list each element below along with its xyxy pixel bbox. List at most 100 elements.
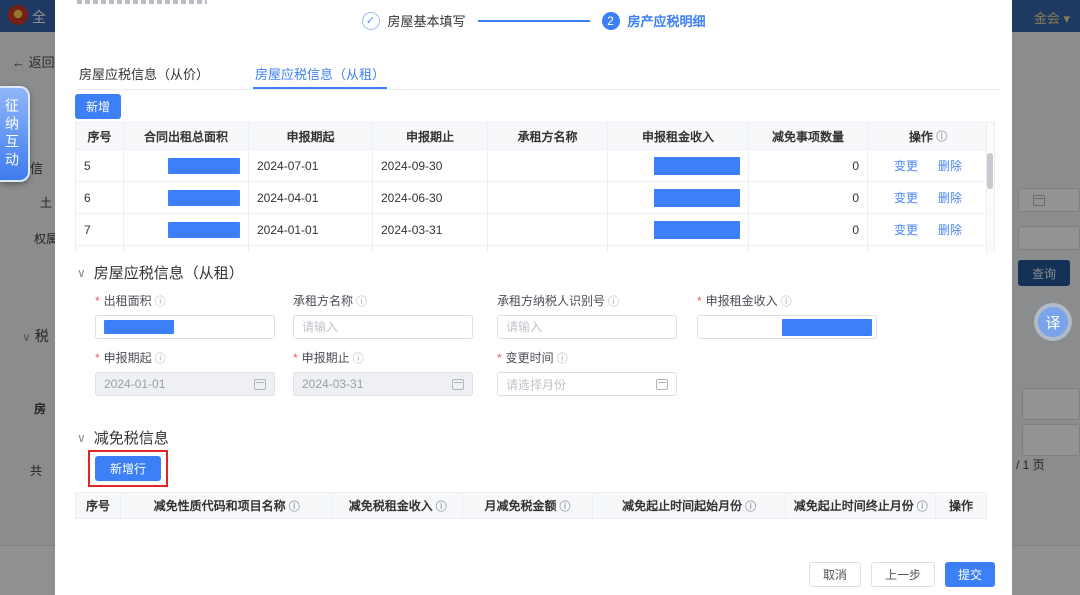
info-icon: ⓘ — [781, 293, 792, 309]
dialog-footer: 取消 上一步 提交 — [809, 562, 995, 587]
start-date-input[interactable]: 2024-01-01 — [95, 372, 275, 396]
tab-advalorem[interactable]: 房屋应税信息（从价） — [77, 58, 211, 89]
cell-deduction-count: 0 — [749, 182, 868, 213]
step2-label: 房产应税明细 — [628, 11, 706, 30]
change-link[interactable]: 变更 — [894, 157, 918, 174]
change-time-input[interactable]: 请选择月份 — [497, 372, 677, 396]
field-start-date: *申报期起ⓘ 2024-01-01 — [95, 349, 277, 396]
income-input[interactable] — [697, 315, 877, 339]
col-end-month: 减免起止时间终止月份ⓘ — [786, 493, 936, 518]
redacted-value — [168, 190, 240, 206]
calendar-icon — [656, 379, 668, 390]
cell-income — [608, 182, 749, 213]
clipped-dialog-title-remnant — [77, 0, 207, 4]
cell-start: 2024-07-01 — [249, 150, 373, 181]
col-start-month: 减免起止时间起始月份ⓘ — [593, 493, 787, 518]
info-icon: ⓘ — [936, 128, 947, 144]
redacted-value — [654, 189, 740, 207]
table-body: 5 2024-07-01 2024-09-30 0 变更删除 6 2024-04… — [76, 149, 994, 253]
delete-link[interactable]: 删除 — [938, 157, 962, 174]
screen: 全 金会 ▾ ← 返回 信 土 权属 ∨ 税 房 共 查询 / 1 页 征纳互动… — [0, 0, 1080, 595]
cancel-button[interactable]: 取消 — [809, 562, 861, 587]
delete-link[interactable]: 删除 — [938, 221, 962, 238]
calendar-icon — [254, 379, 266, 390]
col-end: 申报期止 — [373, 123, 488, 149]
info-icon: ⓘ — [356, 293, 367, 309]
info-icon: ⓘ — [436, 498, 447, 514]
previous-step-button[interactable]: 上一步 — [871, 562, 935, 587]
field-tenant: 承租方名称ⓘ — [293, 292, 475, 339]
field-label: 申报租金收入 — [706, 292, 778, 309]
col-tenant: 承租方名称 — [488, 123, 608, 149]
info-icon: ⓘ — [917, 498, 928, 514]
required-marker: * — [95, 294, 100, 308]
col-deduction-income: 减免税租金收入ⓘ — [333, 493, 463, 518]
cell-start: 2024-04-01 — [249, 182, 373, 213]
info-icon: ⓘ — [155, 293, 166, 309]
cell-deduction-count: 0 — [749, 214, 868, 245]
field-label: 申报期止 — [302, 349, 350, 366]
table-scrollbar[interactable] — [986, 123, 994, 253]
info-icon: ⓘ — [557, 350, 568, 366]
field-label: 申报期起 — [104, 349, 152, 366]
rent-records-table: 序号 合同出租总面积 申报期起 申报期止 承租方名称 申报租金收入 减免事项数量… — [75, 122, 995, 253]
required-marker: * — [95, 351, 100, 365]
cell-income — [608, 214, 749, 245]
col-code: 减免性质代码和项目名称ⓘ — [121, 493, 334, 518]
table-header-row: 序号 合同出租总面积 申报期起 申报期止 承租方名称 申报租金收入 减免事项数量… — [76, 123, 994, 149]
cell-seq: 5 — [76, 150, 124, 181]
cell-actions: 变更 删除 — [868, 182, 988, 213]
cell-tenant — [488, 214, 608, 245]
cell-end: 2024-09-30 — [373, 150, 488, 181]
field-income: *申报租金收入ⓘ — [697, 292, 879, 339]
col-monthly-amount: 月减免税金额ⓘ — [463, 493, 593, 518]
rent-info-section-title: ∨ 房屋应税信息（从租） — [77, 262, 244, 283]
col-deduction-count: 减免事项数量 — [749, 123, 868, 149]
field-label: 出租面积 — [104, 292, 152, 309]
end-date-input[interactable]: 2024-03-31 — [293, 372, 473, 396]
change-link[interactable]: 变更 — [894, 189, 918, 206]
col-seq: 序号 — [76, 493, 121, 518]
add-button[interactable]: 新增 — [75, 94, 121, 119]
info-icon: ⓘ — [289, 498, 300, 514]
scrollbar-thumb[interactable] — [987, 153, 993, 189]
chevron-down-icon[interactable]: ∨ — [77, 266, 86, 280]
col-seq: 序号 — [76, 123, 124, 149]
col-area: 合同出租总面积 — [124, 123, 249, 149]
table-row: 5 2024-07-01 2024-09-30 0 变更 删除 — [76, 149, 994, 181]
change-link[interactable]: 变更 — [894, 221, 918, 238]
redacted-value — [104, 320, 174, 334]
tab-bar: 房屋应税信息（从价） 房屋应税信息（从租） — [77, 58, 1000, 90]
redacted-value — [782, 319, 872, 336]
area-input[interactable] — [95, 315, 275, 339]
cell-deduction-count: 0 — [749, 150, 868, 181]
redacted-value — [168, 222, 240, 238]
cell-end: 2024-03-31 — [373, 214, 488, 245]
tenant-id-input[interactable] — [506, 320, 668, 334]
red-highlight-annotation — [88, 450, 168, 487]
tab-rent[interactable]: 房屋应税信息（从租） — [253, 58, 387, 89]
tenant-input[interactable] — [302, 320, 464, 334]
field-label: 承租方名称 — [293, 292, 353, 309]
table-row-clipped — [76, 245, 994, 253]
redacted-value — [168, 158, 240, 174]
submit-button[interactable]: 提交 — [945, 562, 995, 587]
chevron-down-icon[interactable]: ∨ — [77, 431, 86, 445]
table-row: 7 2024-01-01 2024-03-31 0 变更 删除 — [76, 213, 994, 245]
field-label: 变更时间 — [506, 349, 554, 366]
delete-link[interactable]: 删除 — [938, 189, 962, 206]
table-row: 6 2024-04-01 2024-06-30 0 变更删除 — [76, 181, 994, 213]
step1-label: 房屋基本填写 — [387, 11, 465, 30]
deduction-section-title: ∨ 减免税信息 — [77, 427, 169, 448]
translate-floating-button[interactable]: 译 — [1034, 303, 1072, 341]
cell-start: 2024-01-01 — [249, 214, 373, 245]
redacted-value — [654, 157, 740, 175]
interaction-side-tab[interactable]: 征纳互动 — [0, 86, 30, 182]
col-income: 申报租金收入 — [608, 123, 749, 149]
cell-actions: 变更 删除 — [868, 214, 988, 245]
field-end-date: *申报期止ⓘ 2024-03-31 — [293, 349, 475, 396]
cell-area — [124, 182, 249, 213]
cell-seq: 6 — [76, 182, 124, 213]
cell-seq: 7 — [76, 214, 124, 245]
col-start: 申报期起 — [249, 123, 373, 149]
